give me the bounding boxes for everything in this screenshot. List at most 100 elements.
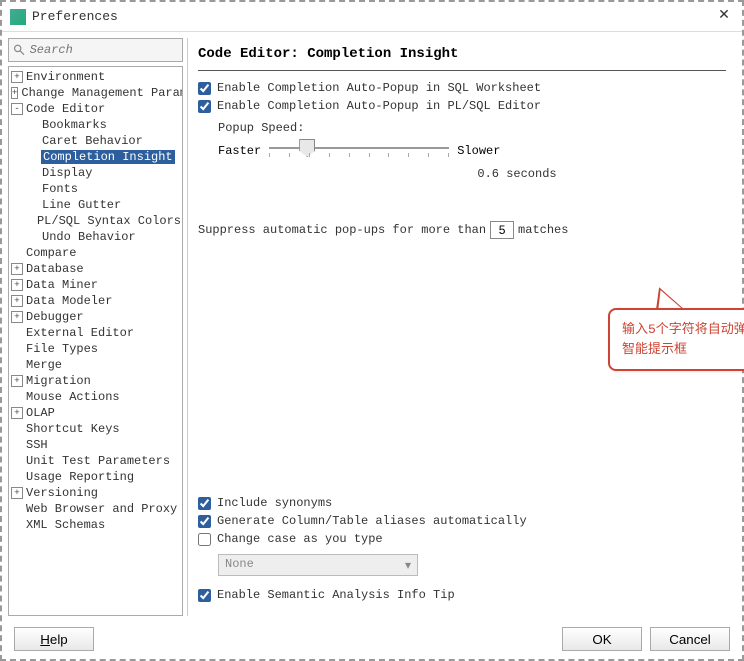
search-input[interactable]	[30, 43, 178, 57]
tree-item-label: Change Management Parame	[20, 86, 183, 100]
expand-icon[interactable]: +	[11, 71, 23, 83]
tree-item[interactable]: File Types	[9, 341, 182, 357]
tree-item-label: SSH	[25, 438, 49, 452]
tree-item[interactable]: Fonts	[9, 181, 182, 197]
tree-item[interactable]: -Code Editor	[9, 101, 182, 117]
popup-speed-slider[interactable]	[269, 139, 449, 163]
tree-item-label: Undo Behavior	[41, 230, 137, 244]
tree-item-label: Versioning	[25, 486, 99, 500]
tree-item-label: External Editor	[25, 326, 135, 340]
checkbox[interactable]	[198, 589, 211, 602]
expand-icon[interactable]: +	[11, 487, 23, 499]
expand-icon[interactable]: +	[11, 375, 23, 387]
checkbox-label: Change case as you type	[217, 532, 383, 546]
tree-item[interactable]: +Versioning	[9, 485, 182, 501]
tree-spacer	[27, 167, 39, 179]
tree-item[interactable]: Usage Reporting	[9, 469, 182, 485]
tree-item-label: Fonts	[41, 182, 79, 196]
tree-item[interactable]: Caret Behavior	[9, 133, 182, 149]
app-icon	[10, 9, 26, 25]
suppress-popups-row: Suppress automatic pop-ups for more than…	[198, 221, 726, 239]
tree-spacer	[27, 135, 39, 147]
help-button[interactable]: HHelpelp	[14, 627, 94, 651]
tree-item[interactable]: SSH	[9, 437, 182, 453]
enable-sql-worksheet-checkbox[interactable]: Enable Completion Auto-Popup in SQL Work…	[198, 81, 726, 95]
expand-icon[interactable]: +	[11, 279, 23, 291]
popup-speed-slider-row: Faster Slower	[218, 139, 726, 163]
expand-icon[interactable]: +	[11, 87, 18, 99]
enable-plsql-editor-checkbox[interactable]: Enable Completion Auto-Popup in PL/SQL E…	[198, 99, 726, 113]
search-box[interactable]	[8, 38, 183, 62]
tree-item[interactable]: +Data Modeler	[9, 293, 182, 309]
tree-item-label: Shortcut Keys	[25, 422, 121, 436]
tree-spacer	[11, 391, 23, 403]
suppress-label-post: matches	[518, 223, 568, 237]
tree-item-label: Merge	[25, 358, 63, 372]
checkbox[interactable]	[198, 100, 211, 113]
tree-item[interactable]: +Change Management Parame	[9, 85, 182, 101]
tree-item-label: Migration	[25, 374, 92, 388]
tree-item[interactable]: +Data Miner	[9, 277, 182, 293]
nav-tree[interactable]: +Environment+Change Management Parame-Co…	[8, 66, 183, 616]
checkbox[interactable]	[198, 533, 211, 546]
tree-item[interactable]: External Editor	[9, 325, 182, 341]
tree-item-label: Data Modeler	[25, 294, 113, 308]
checkbox-label: Include synonyms	[217, 496, 332, 510]
cancel-button[interactable]: Cancel	[650, 627, 730, 651]
tree-item[interactable]: PL/SQL Syntax Colors	[9, 213, 182, 229]
tree-spacer	[11, 455, 23, 467]
tree-item[interactable]: +Debugger	[9, 309, 182, 325]
collapse-icon[interactable]: -	[11, 103, 23, 115]
tree-item[interactable]: +Environment	[9, 69, 182, 85]
tree-item[interactable]: +OLAP	[9, 405, 182, 421]
tree-spacer	[11, 327, 23, 339]
expand-icon[interactable]: +	[11, 407, 23, 419]
tree-item[interactable]: Undo Behavior	[9, 229, 182, 245]
tree-item-label: Debugger	[25, 310, 85, 324]
tree-item[interactable]: Web Browser and Proxy	[9, 501, 182, 517]
tree-item-label: Mouse Actions	[25, 390, 121, 404]
tree-spacer	[27, 199, 39, 211]
tree-item[interactable]: Unit Test Parameters	[9, 453, 182, 469]
tree-spacer	[11, 359, 23, 371]
suppress-label-pre: Suppress automatic pop-ups for more than	[198, 223, 486, 237]
tree-item[interactable]: Mouse Actions	[9, 389, 182, 405]
generate-aliases-checkbox[interactable]: Generate Column/Table aliases automatica…	[198, 514, 726, 528]
tree-item[interactable]: Line Gutter	[9, 197, 182, 213]
checkbox[interactable]	[198, 497, 211, 510]
tree-item[interactable]: +Database	[9, 261, 182, 277]
include-synonyms-checkbox[interactable]: Include synonyms	[198, 496, 726, 510]
tree-item-label: Data Miner	[25, 278, 99, 292]
close-icon[interactable]: ✕	[714, 7, 734, 27]
tree-item[interactable]: Bookmarks	[9, 117, 182, 133]
expand-icon[interactable]: +	[11, 263, 23, 275]
change-case-checkbox[interactable]: Change case as you type	[198, 532, 726, 546]
seconds-value: 0.6 seconds	[308, 167, 726, 181]
titlebar: Preferences ✕	[2, 2, 742, 32]
checkbox[interactable]	[198, 82, 211, 95]
tree-item[interactable]: +Migration	[9, 373, 182, 389]
expand-icon[interactable]: +	[11, 295, 23, 307]
tree-spacer	[11, 519, 23, 531]
expand-icon[interactable]: +	[11, 311, 23, 323]
tree-item[interactable]: Display	[9, 165, 182, 181]
tree-item[interactable]: Shortcut Keys	[9, 421, 182, 437]
tree-item[interactable]: Compare	[9, 245, 182, 261]
annotation-callout: 输入5个字符将自动弹出智能提示框	[608, 308, 744, 371]
tree-spacer	[27, 215, 34, 227]
ok-button[interactable]: OK	[562, 627, 642, 651]
semantic-analysis-checkbox[interactable]: Enable Semantic Analysis Info Tip	[198, 588, 726, 602]
popup-speed-label: Popup Speed:	[218, 121, 726, 135]
search-icon	[13, 43, 26, 57]
select-value: None	[225, 557, 254, 571]
tree-spacer	[11, 343, 23, 355]
tree-item[interactable]: Completion Insight	[9, 149, 182, 165]
sidebar: +Environment+Change Management Parame-Co…	[8, 38, 188, 616]
tree-item[interactable]: Merge	[9, 357, 182, 373]
checkbox-label: Enable Completion Auto-Popup in SQL Work…	[217, 81, 541, 95]
tree-item[interactable]: XML Schemas	[9, 517, 182, 533]
case-select-disabled: None	[218, 554, 418, 576]
checkbox[interactable]	[198, 515, 211, 528]
tree-spacer	[11, 247, 23, 259]
suppress-matches-input[interactable]	[490, 221, 514, 239]
